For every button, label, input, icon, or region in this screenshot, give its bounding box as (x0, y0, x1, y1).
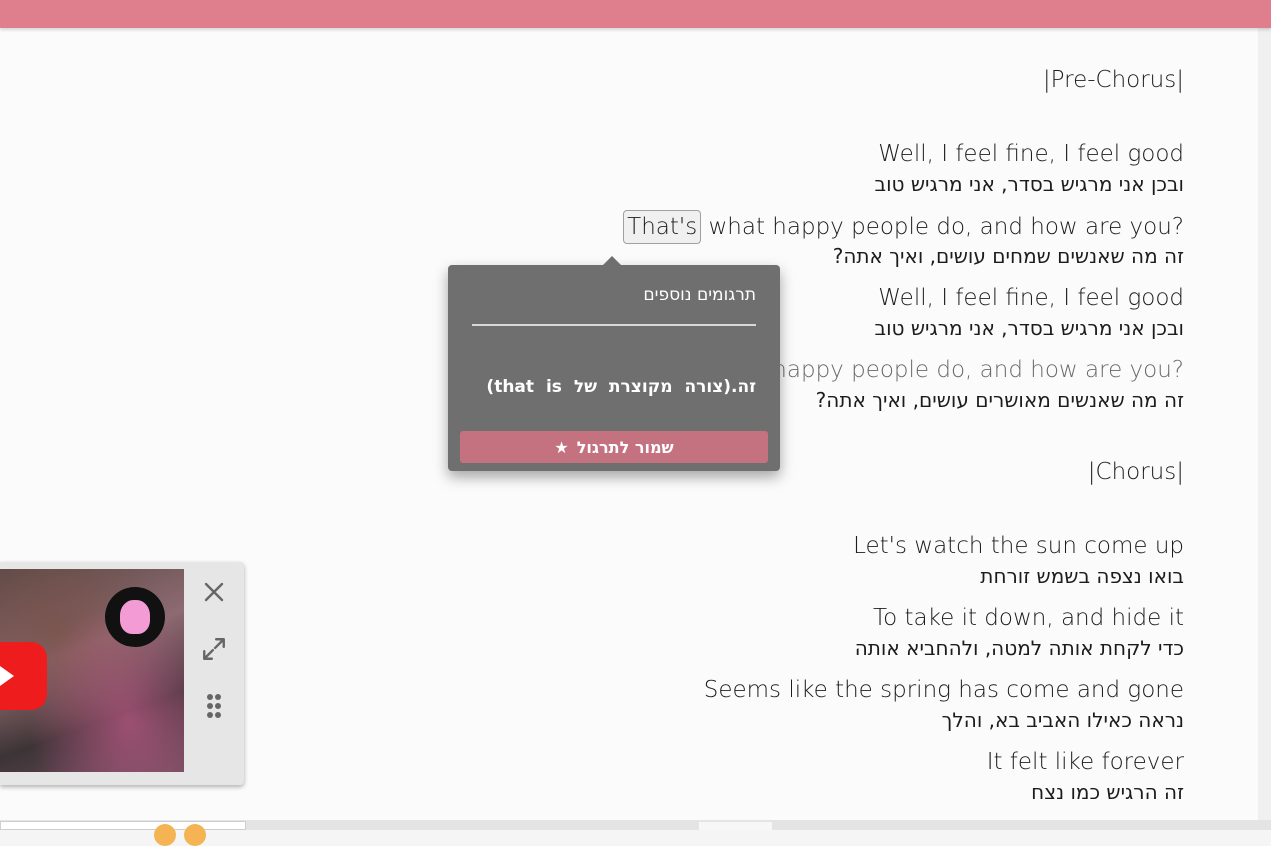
video-thumbnail[interactable] (0, 569, 184, 772)
lyric-line-english: That's what happy people do, and how are… (623, 210, 1184, 244)
star-icon: ★ (554, 437, 569, 457)
lyric-line-hebrew: זה מה שאנשים מאושרים עושים, ואיך אתה? (815, 388, 1184, 412)
lyric-line-hebrew: בואו נצפה בשמש זורחת (980, 564, 1184, 588)
bottom-input-box[interactable] (0, 821, 246, 830)
selected-word[interactable]: That's (623, 210, 702, 244)
translation-popup: תרגומים נוספים זה.(צורה מקוצרת של that i… (448, 256, 780, 471)
lyric-line-english: To take it down, and hide it (872, 605, 1184, 631)
section-label-chorus: |Chorus| (1087, 459, 1184, 485)
youtube-play-icon[interactable] (0, 642, 47, 710)
lyric-line-hebrew: ובכן אני מרגיש בסדר, אני מרגיש טוב (874, 172, 1184, 196)
expand-icon[interactable] (200, 635, 228, 663)
lyric-line-english: Seems like the spring has come and gone (703, 677, 1184, 703)
lyric-line-hebrew: זה הרגיש כמו נצח (1031, 780, 1184, 804)
section-label-pre-chorus: |Pre-Chorus| (1042, 67, 1184, 93)
popup-arrow (603, 256, 621, 265)
bottom-tab[interactable] (699, 822, 772, 830)
drag-handle-icon[interactable] (200, 692, 228, 720)
popup-translation: זה.(צורה מקוצרת של that is) (486, 377, 756, 397)
lyric-line-hebrew: נראה כאילו האביב בא, והלך (941, 708, 1184, 732)
lyric-line-hebrew: כדי לקחת אותה למטה, ולהחביא אותה (854, 636, 1184, 660)
save-for-practice-button[interactable]: שמור לתרגול ★ (460, 431, 768, 463)
lyric-line-english: Well, I feel fine, I feel good (878, 141, 1184, 167)
channel-avatar (105, 587, 165, 647)
lyric-line-hebrew: ובכן אני מרגיש בסדר, אני מרגיש טוב (874, 316, 1184, 340)
emoji-icon[interactable] (154, 824, 176, 846)
lyric-line-english: It felt like forever (986, 749, 1184, 775)
save-label: שמור לתרגול (576, 437, 674, 457)
lyric-line-english: Let's watch the sun come up (853, 533, 1184, 559)
popup-title: תרגומים נוספים (643, 285, 756, 305)
avatar-figure (120, 600, 150, 634)
lyric-line-rest: what happy people do, and how are you? (701, 214, 1184, 240)
scrollbar-track[interactable] (1258, 28, 1271, 830)
lyric-line-hebrew: זה מה שאנשים שמחים עושים, ואיך אתה? (832, 244, 1184, 268)
mini-video-player (0, 562, 244, 785)
top-bar (0, 0, 1271, 28)
lyric-line-english: Well, I feel fine, I feel good (878, 285, 1184, 311)
emoji-icon[interactable] (184, 824, 206, 846)
popup-divider (472, 324, 756, 326)
close-icon[interactable] (200, 578, 228, 606)
